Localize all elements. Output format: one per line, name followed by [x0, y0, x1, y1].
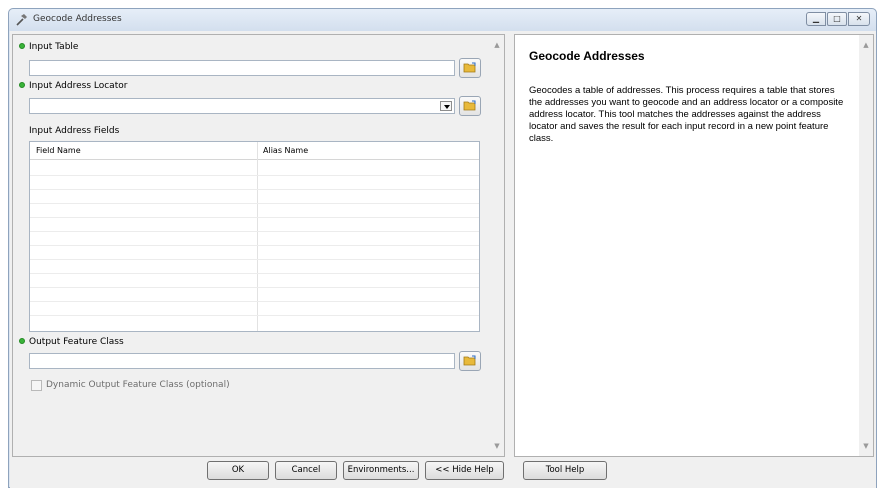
- hammer-icon: [16, 14, 27, 26]
- cancel-button[interactable]: Cancel: [275, 461, 337, 480]
- column-header-field-name[interactable]: Field Name: [36, 146, 81, 155]
- input-table-browse-button[interactable]: [459, 58, 481, 78]
- table-row: [30, 245, 479, 246]
- help-pane: Geocode Addresses Geocodes a table of ad…: [514, 34, 874, 457]
- table-row: [30, 231, 479, 232]
- window-title: Geocode Addresses: [33, 14, 122, 24]
- table-row: [30, 315, 479, 316]
- input-table-field[interactable]: [29, 60, 455, 76]
- help-title: Geocode Addresses: [529, 49, 645, 63]
- parameters-scrollbar[interactable]: ▲ ▼: [490, 35, 504, 456]
- environments-button[interactable]: Environments...: [343, 461, 419, 480]
- table-row: [30, 175, 479, 176]
- chevron-down-icon[interactable]: [440, 101, 452, 111]
- input-locator-combo[interactable]: [29, 98, 455, 114]
- ok-button[interactable]: OK: [207, 461, 269, 480]
- table-row: [30, 273, 479, 274]
- input-locator-label: Input Address Locator: [19, 81, 127, 91]
- minimize-button[interactable]: ▁: [806, 12, 826, 26]
- input-locator-label-text: Input Address Locator: [29, 81, 128, 91]
- help-scrollbar[interactable]: ▲ ▼: [859, 35, 873, 456]
- maximize-button[interactable]: □: [827, 12, 847, 26]
- close-icon: ✕: [855, 14, 863, 23]
- table-row: [30, 287, 479, 288]
- dynamic-output-label: Dynamic Output Feature Class (optional): [46, 380, 230, 390]
- required-dot-icon: [19, 43, 25, 49]
- scroll-down-icon[interactable]: ▼: [862, 442, 870, 450]
- output-browse-button[interactable]: [459, 351, 481, 371]
- minimize-icon: ▁: [812, 14, 820, 23]
- close-button[interactable]: ✕: [848, 12, 870, 26]
- output-label: Output Feature Class: [19, 337, 124, 347]
- fields-label: Input Address Fields: [29, 126, 120, 136]
- table-row: [30, 301, 479, 302]
- tool-help-button[interactable]: Tool Help: [523, 461, 607, 480]
- input-locator-browse-button[interactable]: [459, 96, 481, 116]
- title-bar[interactable]: Geocode Addresses ▁ □ ✕: [9, 9, 876, 31]
- open-folder-icon: [463, 100, 476, 111]
- dynamic-output-checkbox[interactable]: [31, 380, 42, 391]
- dialog-body: Input Table Input Address Locator Input …: [10, 31, 876, 488]
- input-table-label: Input Table: [19, 42, 78, 52]
- column-header-alias-name[interactable]: Alias Name: [263, 146, 308, 155]
- table-row: [30, 203, 479, 204]
- address-fields-table[interactable]: Field Name Alias Name: [29, 141, 480, 332]
- hide-help-button[interactable]: << Hide Help: [425, 461, 504, 480]
- open-folder-icon: [463, 62, 476, 73]
- scroll-up-icon[interactable]: ▲: [862, 41, 870, 49]
- input-table-label-text: Input Table: [29, 42, 79, 52]
- table-row: [30, 217, 479, 218]
- parameters-pane: Input Table Input Address Locator Input …: [12, 34, 505, 457]
- help-body: Geocodes a table of addresses. This proc…: [529, 85, 844, 144]
- output-feature-class-field[interactable]: [29, 353, 455, 369]
- table-row: [30, 259, 479, 260]
- scroll-down-icon[interactable]: ▼: [493, 442, 501, 450]
- column-divider: [257, 142, 258, 331]
- required-dot-icon: [19, 338, 25, 344]
- window-controls: ▁ □ ✕: [805, 12, 870, 26]
- output-label-text: Output Feature Class: [29, 337, 124, 347]
- table-header: Field Name Alias Name: [30, 142, 479, 160]
- required-dot-icon: [19, 82, 25, 88]
- scroll-up-icon[interactable]: ▲: [493, 41, 501, 49]
- maximize-icon: □: [833, 14, 841, 23]
- table-row: [30, 189, 479, 190]
- open-folder-icon: [463, 355, 476, 366]
- tool-dialog-window: Geocode Addresses ▁ □ ✕ Input Table Inpu…: [8, 8, 877, 488]
